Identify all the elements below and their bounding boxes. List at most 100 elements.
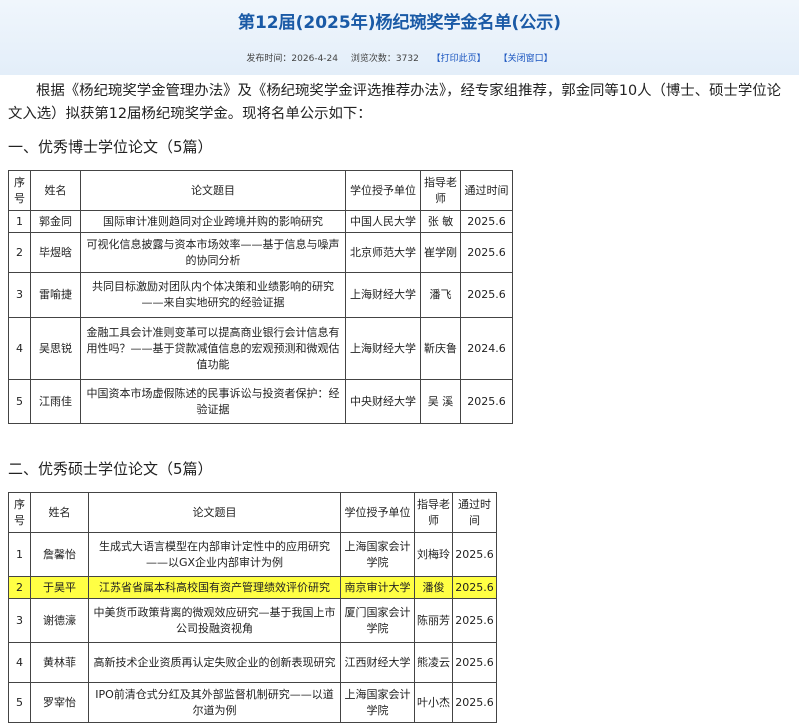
views-count: 3732 [395, 54, 419, 64]
header-school: 学位授予单位 [345, 170, 421, 211]
title-cell: 金融工具会计准则变革可以提高商业银行会计信息有用性吗？——基于贷款减值信息的宏观… [80, 317, 346, 380]
name-cell: 黄林菲 [30, 642, 89, 683]
table-row: 3 谢德濠 中美货币政策背离的微观效应研究—基于我国上市公司投融资视角 厦门国家会计学… [8, 598, 497, 643]
header-advisor: 指导老师 [414, 492, 453, 533]
header-no: 序号 [8, 492, 31, 533]
views-label: 浏览次数： [350, 54, 396, 64]
no-cell: 3 [8, 598, 31, 643]
advisor-cell: 熊凌云 [414, 642, 453, 683]
advisor-cell: 叶小杰 [414, 682, 453, 723]
advisor-cell: 靳庆鲁 [420, 317, 461, 380]
print-link[interactable]: 【打印此页】 [432, 54, 486, 64]
no-cell: 3 [8, 272, 31, 318]
advisor-cell: 吴 溪 [420, 379, 461, 424]
table-row: 2 毕煜晗 可视化信息披露与资本市场效率——基于信息与噪声的协同分析 北京师范大学 崔学… [8, 232, 513, 273]
table-row: 2 于昊平 江苏省省属本科高校国有资产管理绩效评价研究 南京审计大学 潘俊 2025.6 [8, 576, 497, 599]
school-cell: 上海国家会计学院 [340, 532, 415, 577]
name-cell: 郭金同 [30, 210, 81, 233]
no-cell: 5 [8, 379, 31, 424]
title-cell: 共同目标激励对团队内个体决策和业绩影响的研究——来自实地研究的经验证据 [80, 272, 346, 318]
time-cell: 2025.6 [460, 272, 513, 318]
school-cell: 上海国家会计学院 [340, 682, 415, 723]
school-cell: 上海财经大学 [345, 272, 421, 318]
time-cell: 2025.6 [460, 379, 513, 424]
name-cell: 毕煜晗 [30, 232, 81, 273]
header-time: 通过时间 [452, 492, 497, 533]
table-row: 1 詹馨怡 生成式大语言模型在内部审计定性中的应用研究——以GX企业内部审计为例 上海… [8, 532, 497, 577]
table-row: 4 吴思锐 金融工具会计准则变革可以提高商业银行会计信息有用性吗？——基于贷款减值信… [8, 317, 513, 380]
school-cell: 上海财经大学 [345, 317, 421, 380]
header-name: 姓名 [30, 170, 81, 211]
title-cell: 中美货币政策背离的微观效应研究—基于我国上市公司投融资视角 [88, 598, 341, 643]
advisor-cell: 张 敏 [420, 210, 461, 233]
advisor-cell: 陈丽芳 [414, 598, 453, 643]
school-cell: 江西财经大学 [340, 642, 415, 683]
table-row: 4 黄林菲 高新技术企业资质再认定失败企业的创新表现研究 江西财经大学 熊凌云 2025.… [8, 642, 497, 683]
advisor-cell: 刘梅玲 [414, 532, 453, 577]
time-cell: 2025.6 [460, 210, 513, 233]
time-cell: 2025.6 [452, 532, 497, 577]
name-cell: 雷喻捷 [30, 272, 81, 318]
school-cell: 南京审计大学 [340, 576, 415, 599]
title-cell: 生成式大语言模型在内部审计定性中的应用研究——以GX企业内部审计为例 [88, 532, 341, 577]
advisor-cell: 潘俊 [414, 576, 453, 599]
no-cell: 4 [8, 317, 31, 380]
name-cell: 詹馨怡 [30, 532, 89, 577]
advisor-cell: 潘飞 [420, 272, 461, 318]
phd-heading: 一、优秀博士学位论文（5篇） [8, 138, 213, 156]
close-window-link[interactable]: 【关闭窗口】 [499, 54, 553, 64]
advisor-cell: 崔学刚 [420, 232, 461, 273]
school-cell: 厦门国家会计学院 [340, 598, 415, 643]
table-row: 1 郭金同 国际审计准则趋同对企业跨境并购的影响研究 中国人民大学张 敏 2025.6 [8, 210, 513, 233]
name-cell: 于昊平 [30, 576, 89, 599]
views-info: 浏览次数：3732 [351, 54, 419, 64]
name-cell: 谢德濠 [30, 598, 89, 643]
time-cell: 2025.6 [460, 232, 513, 273]
intro-paragraph: 根据《杨纪琬奖学金管理办法》及《杨纪琬奖学金评选推荐办法》，经专家组推荐，郭金同… [8, 83, 782, 122]
phd-table: 序号 姓名 论文题目 学位授予单位 指导老师 通过时间 1 郭金同 国际审计准则趋同… [8, 170, 513, 424]
time-cell: 2025.6 [452, 682, 497, 723]
header-name: 姓名 [30, 492, 89, 533]
publish-info: 发布时间：2026-4-24 [246, 54, 338, 64]
no-cell: 1 [8, 532, 31, 577]
masters-heading: 二、优秀硕士学位论文（5篇） [8, 460, 213, 478]
publish-date: 2026-4-24 [291, 54, 338, 64]
publish-label: 发布时间： [246, 54, 292, 64]
header-title: 论文题目 [88, 492, 341, 533]
meta-bar: 发布时间：2026-4-24 浏览次数：3732 【打印此页】 【关闭窗口】 [0, 51, 799, 64]
name-cell: 江雨佳 [30, 379, 81, 424]
header-row: 序号 姓名 论文题目 学位授予单位 指导老师 通过时间 [8, 170, 513, 211]
header-school: 学位授予单位 [340, 492, 415, 533]
no-cell: 4 [8, 642, 31, 683]
title-cell: 江苏省省属本科高校国有资产管理绩效评价研究 [88, 576, 341, 599]
title-cell: 高新技术企业资质再认定失败企业的创新表现研究 [88, 642, 341, 683]
time-cell: 2024.6 [460, 317, 513, 380]
header-advisor: 指导老师 [420, 170, 461, 211]
table-row: 3 雷喻捷 共同目标激励对团队内个体决策和业绩影响的研究——来自实地研究的经验证据上… [8, 272, 513, 318]
no-cell: 2 [8, 232, 31, 273]
header-time: 通过时间 [460, 170, 513, 211]
table-row: 5 罗宰怡 IPO前清仓式分红及其外部监督机制研究——以道尔道为例 上海国家会计学院叶… [8, 682, 497, 723]
time-cell: 2025.6 [452, 576, 497, 599]
title-cell: 国际审计准则趋同对企业跨境并购的影响研究 [80, 210, 346, 233]
name-cell: 吴思锐 [30, 317, 81, 380]
title-cell: 可视化信息披露与资本市场效率——基于信息与噪声的协同分析 [80, 232, 346, 273]
masters-table: 序号 姓名 论文题目 学位授予单位 指导老师 通过时间 1 詹馨怡 生成式大语言模型… [8, 492, 497, 723]
header-title: 论文题目 [80, 170, 346, 211]
no-cell: 1 [8, 210, 31, 233]
time-cell: 2025.6 [452, 642, 497, 683]
header-no: 序号 [8, 170, 31, 211]
title-cell: 中国资本市场虚假陈述的民事诉讼与投资者保护：经验证据 [80, 379, 346, 424]
page-header: 第12届(2025年)杨纪琬奖学金名单(公示) 发布时间：2026-4-24 浏… [0, 0, 799, 75]
school-cell: 中央财经大学 [345, 379, 421, 424]
name-cell: 罗宰怡 [30, 682, 89, 723]
no-cell: 2 [8, 576, 31, 599]
time-cell: 2025.6 [452, 598, 497, 643]
title-cell: IPO前清仓式分红及其外部监督机制研究——以道尔道为例 [88, 682, 341, 723]
page-title: 第12届(2025年)杨纪琬奖学金名单(公示) [237, 13, 562, 33]
no-cell: 5 [8, 682, 31, 723]
header-row: 序号 姓名 论文题目 学位授予单位 指导老师 通过时间 [8, 492, 497, 533]
school-cell: 中国人民大学 [345, 210, 421, 233]
table-row: 5 江雨佳 中国资本市场虚假陈述的民事诉讼与投资者保护：经验证据 中央财经大学吴 溪2… [8, 379, 513, 424]
school-cell: 北京师范大学 [345, 232, 421, 273]
